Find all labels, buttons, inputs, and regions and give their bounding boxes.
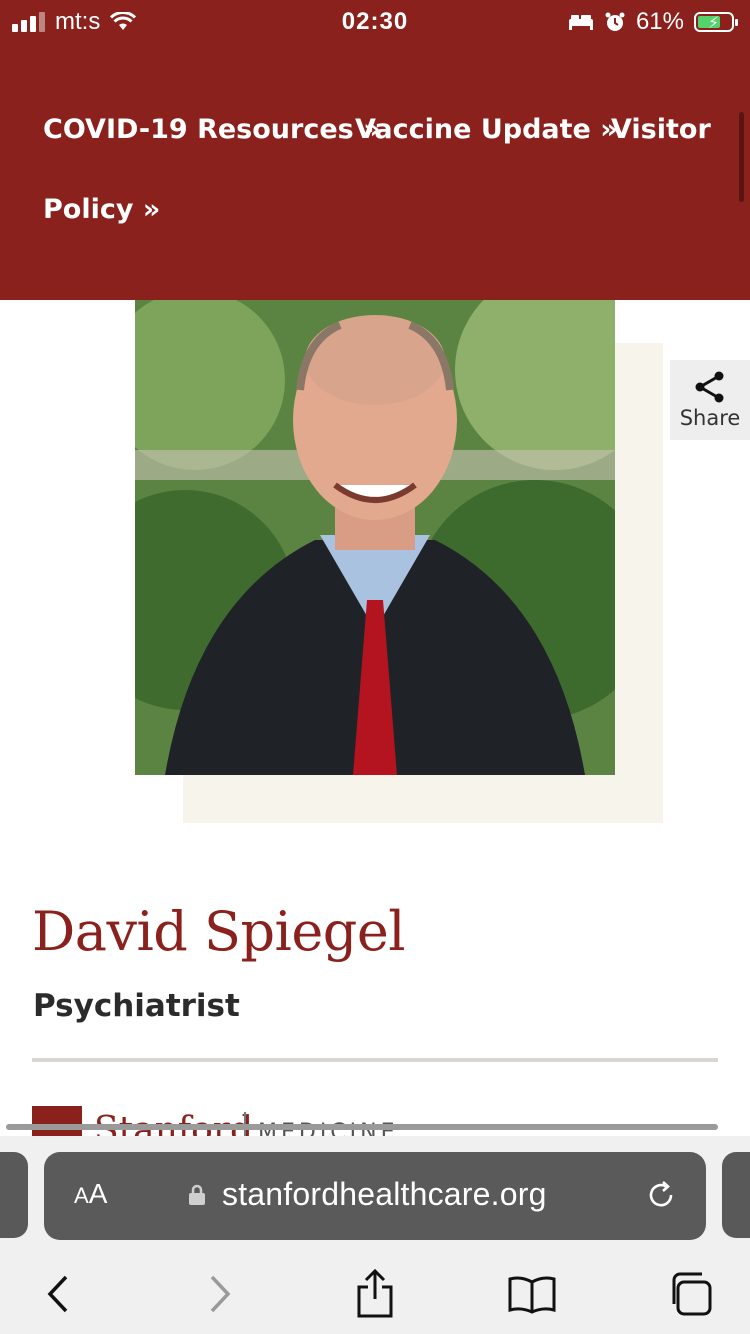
- share-button[interactable]: Share: [670, 360, 750, 440]
- share-label: Share: [679, 406, 741, 430]
- page-scroll-indicator: [6, 1124, 718, 1130]
- stanford-tree-logo-icon: [32, 1106, 82, 1136]
- physician-title: Psychiatrist: [33, 988, 240, 1024]
- nav-link-covid-resources[interactable]: COVID-19 Resources »: [43, 114, 381, 145]
- forward-icon: [210, 1275, 231, 1313]
- profile-photo: [135, 300, 615, 775]
- bookmarks-button[interactable]: [502, 1264, 562, 1324]
- site-nav: COVID-19 Resources » Vaccine Update » Vi…: [0, 44, 750, 300]
- nav-link-vaccine-update[interactable]: Vaccine Update »: [355, 114, 618, 145]
- battery-percent: 61%: [635, 8, 684, 35]
- browser-toolbar: [0, 1254, 750, 1334]
- physician-name: David Spiegel: [32, 900, 406, 963]
- battery-charging-icon: ⚡: [694, 12, 738, 32]
- tabs-icon: [672, 1272, 712, 1316]
- reader-settings-button[interactable]: AA: [74, 1178, 107, 1210]
- share-icon: [357, 1269, 393, 1318]
- stanford-medicine-logo[interactable]: Stanford MEDICINE: [32, 1106, 750, 1136]
- previous-tab-peek[interactable]: [0, 1152, 28, 1238]
- alarm-icon: [605, 12, 625, 31]
- section-divider: [32, 1058, 718, 1062]
- next-tab-peek[interactable]: [722, 1152, 750, 1238]
- nav-link-visitor-policy[interactable]: Policy »: [43, 194, 160, 225]
- url-text: stanfordhealthcare.org: [222, 1176, 547, 1212]
- browser-chrome: AA stanfordhealthcare.org: [0, 1136, 750, 1334]
- address-bar[interactable]: AA stanfordhealthcare.org: [44, 1152, 706, 1240]
- aa-large: A: [88, 1178, 108, 1209]
- bookmarks-icon: [508, 1276, 556, 1314]
- share-icon: [695, 371, 724, 403]
- tabs-button[interactable]: [660, 1264, 720, 1324]
- share-page-button[interactable]: [345, 1264, 405, 1324]
- back-button[interactable]: [28, 1264, 88, 1324]
- reload-icon[interactable]: [644, 1178, 678, 1212]
- back-icon: [47, 1275, 68, 1313]
- lock-icon: [189, 1184, 205, 1205]
- nav-link-visitor[interactable]: Visitor: [611, 114, 711, 145]
- nav-scrollbar: [739, 112, 744, 202]
- status-bar: mt:s 02:30 61% ⚡: [0, 0, 750, 44]
- bed-icon: [568, 15, 593, 30]
- aa-small: A: [74, 1183, 89, 1208]
- logo-brand: Stanford: [94, 1110, 254, 1136]
- forward-button[interactable]: [190, 1264, 250, 1324]
- status-right: 61% ⚡: [568, 8, 738, 36]
